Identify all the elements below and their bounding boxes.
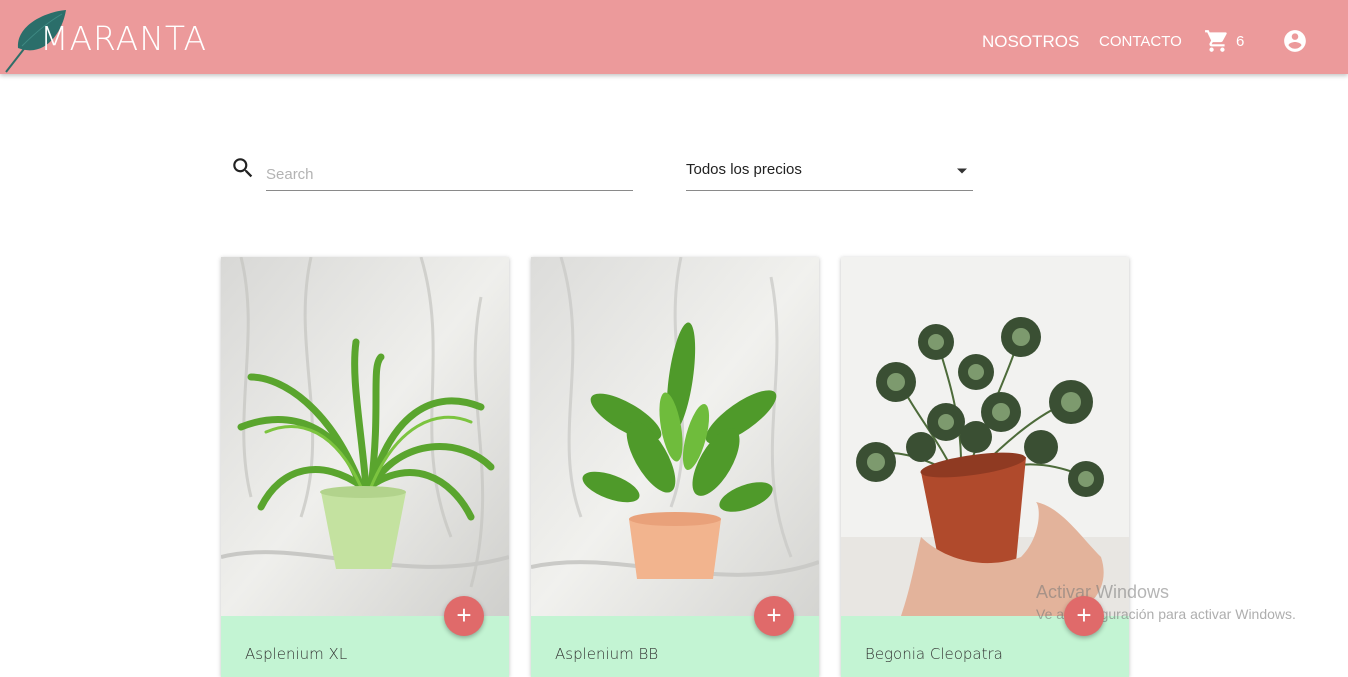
add-to-cart-button[interactable]: + xyxy=(444,596,484,636)
product-name: Asplenium XL xyxy=(245,645,348,663)
plus-icon: + xyxy=(456,600,472,630)
product-card[interactable]: Asplenium BB + xyxy=(531,257,819,677)
product-image xyxy=(841,257,1129,616)
product-card[interactable]: Asplenium XL + xyxy=(221,257,509,677)
product-image xyxy=(531,257,819,616)
nav-link-contacto[interactable]: CONTACTO xyxy=(1099,33,1182,51)
plus-icon: + xyxy=(766,600,782,630)
price-filter-select[interactable]: Todos los precios xyxy=(686,158,973,191)
cart-button[interactable]: 6 xyxy=(1204,28,1254,54)
account-button[interactable] xyxy=(1282,28,1308,54)
app-bar: MARANTA NOSOTROS CONTACTO 6 xyxy=(0,0,1348,74)
add-to-cart-button[interactable]: + xyxy=(1064,596,1104,636)
logo[interactable]: MARANTA xyxy=(4,6,234,76)
price-filter-value: Todos los precios xyxy=(686,161,802,178)
plus-icon: + xyxy=(1076,600,1092,630)
caret-down-icon xyxy=(957,168,967,174)
brand-name: MARANTA xyxy=(40,19,208,58)
search-icon xyxy=(233,158,253,178)
product-name: Asplenium BB xyxy=(555,645,659,663)
cart-count-badge: 6 xyxy=(1236,33,1245,50)
add-to-cart-button[interactable]: + xyxy=(754,596,794,636)
account-circle-icon xyxy=(1284,30,1306,52)
search-input[interactable] xyxy=(266,158,633,191)
product-name: Begonia Cleopatra xyxy=(865,645,1003,663)
product-card[interactable]: Begonia Cleopatra + xyxy=(841,257,1129,677)
cart-icon xyxy=(1205,30,1227,52)
nav-link-nosotros[interactable]: NOSOTROS xyxy=(982,33,1079,51)
product-image xyxy=(221,257,509,616)
